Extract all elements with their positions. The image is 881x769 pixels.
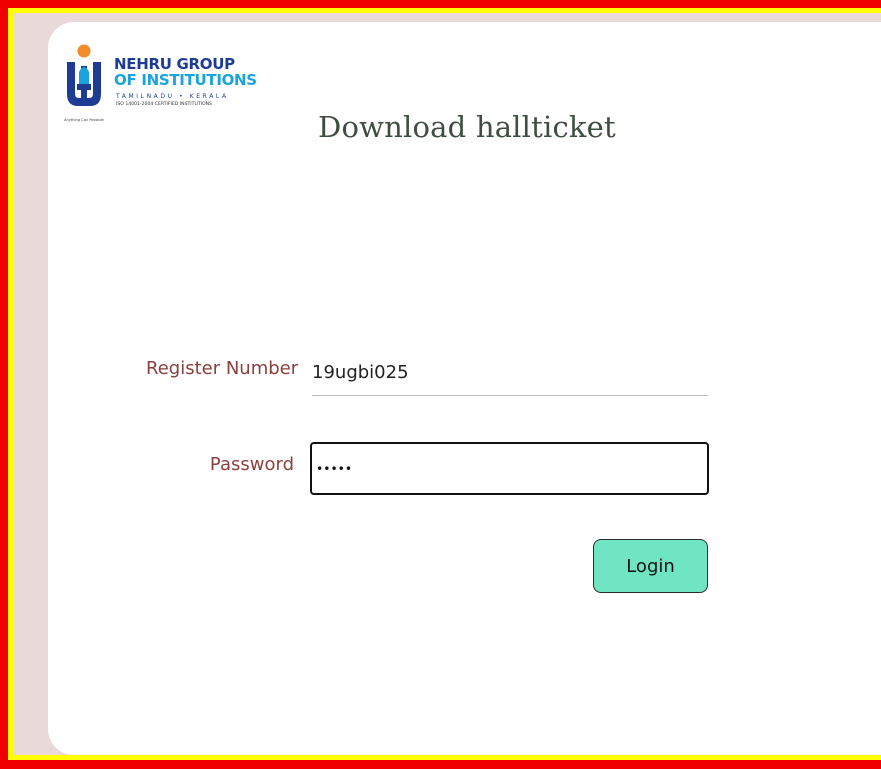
register-number-input[interactable] xyxy=(312,350,708,396)
logo-name: NEHRU GROUP OF INSTITUTIONS xyxy=(114,56,257,88)
emblem-icon xyxy=(67,44,101,106)
logo-states: TAMILNADU • KERALA xyxy=(116,93,229,100)
login-button[interactable]: Login xyxy=(593,539,708,593)
register-number-label: Register Number xyxy=(146,358,299,379)
logo-name-line2: OF INSTITUTIONS xyxy=(114,71,257,89)
logo-tagline: Anything Can Possible xyxy=(64,118,104,122)
password-input[interactable] xyxy=(310,442,709,495)
password-label: Password xyxy=(209,454,294,475)
page-title: Download hallticket xyxy=(318,110,616,144)
institution-logo: NEHRU GROUP OF INSTITUTIONS TAMILNADU • … xyxy=(64,44,257,124)
logo-name-line1: NEHRU GROUP xyxy=(114,55,235,73)
logo-certification: ISO 14001-2004 CERTIFIED INSTITUTIONS xyxy=(116,102,212,107)
